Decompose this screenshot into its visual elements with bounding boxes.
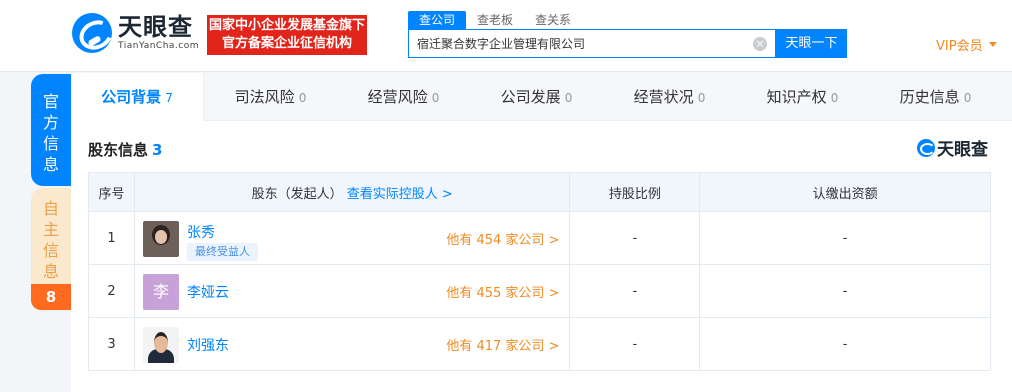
row-index: 3 bbox=[88, 317, 135, 371]
holder-companies-link[interactable]: 他有 455 家公司 > bbox=[446, 282, 559, 301]
gov-badge-line-1: 国家中小企业发展基金旗下 bbox=[208, 18, 365, 33]
nav-tab-operating-status[interactable]: 经营状况 0 bbox=[603, 73, 736, 121]
holder-cell: 张秀 最终受益人 他有 454 家公司 > bbox=[133, 211, 571, 265]
row-ratio: - bbox=[569, 317, 701, 371]
shareholder-table: 序号 股东（发起人） 查看实际控股人 > 持股比例 认缴出资额 1 张秀 最终受… bbox=[88, 172, 991, 371]
nav-tab-count: 0 bbox=[697, 91, 706, 105]
row-index: 1 bbox=[88, 211, 135, 265]
nav-tab-count: 0 bbox=[431, 91, 440, 105]
main-panel: 公司背景 7 司法风险 0 经营风险 0 公司发展 0 经营状况 0 知识产权 0 历史信息… bbox=[71, 73, 1012, 392]
gov-badge: 国家中小企业发展基金旗下 官方备案企业征信机构 bbox=[207, 15, 367, 55]
logo-subtitle: TianYanCha.com bbox=[118, 41, 200, 51]
row-amount: - bbox=[699, 317, 991, 371]
holder-cell: 李 李娅云 他有 455 家公司 > bbox=[133, 264, 571, 318]
view-actual-controller-link[interactable]: 查看实际控股人 > bbox=[347, 187, 453, 202]
nav-tab-count: 0 bbox=[564, 91, 573, 105]
section-brand: 天眼查 bbox=[917, 135, 988, 160]
caret-down-icon bbox=[988, 42, 997, 47]
avatar[interactable]: 李 bbox=[142, 274, 179, 310]
nav-tab-label: 公司背景 bbox=[101, 88, 162, 106]
nav-tab-business-risk[interactable]: 经营风险 0 bbox=[337, 73, 470, 121]
col-header-ratio: 持股比例 bbox=[569, 172, 701, 212]
nav-tab-count: 7 bbox=[165, 91, 173, 105]
side-tab-self-info[interactable]: 自主信息 bbox=[31, 188, 71, 284]
side-tab-self-count: 8 bbox=[31, 284, 71, 310]
search-input[interactable] bbox=[417, 30, 747, 57]
col-header-index: 序号 bbox=[88, 172, 135, 212]
nav-tab-company-background[interactable]: 公司背景 7 bbox=[71, 73, 204, 121]
nav-tab-count: 0 bbox=[830, 91, 839, 105]
search-box: × bbox=[408, 29, 776, 58]
nav-tab-label: 司法风险 bbox=[234, 88, 295, 106]
tianyancha-logo-icon bbox=[917, 138, 935, 157]
table-row: 3 刘强东 他有 417 家公司 > - - bbox=[88, 317, 991, 371]
nav-tab-legal-risk[interactable]: 司法风险 0 bbox=[204, 73, 337, 121]
row-ratio: - bbox=[569, 264, 701, 318]
section-title: 股东信息 3 bbox=[88, 139, 162, 160]
site-logo[interactable]: 天眼查 TianYanCha.com bbox=[72, 13, 199, 53]
row-ratio: - bbox=[569, 211, 701, 265]
nav-tab-company-development[interactable]: 公司发展 0 bbox=[470, 73, 603, 121]
section-brand-label: 天眼查 bbox=[937, 140, 988, 160]
search-button[interactable]: 天眼一下 bbox=[776, 29, 847, 58]
clear-icon[interactable]: × bbox=[753, 37, 767, 51]
table-row: 2 李 李娅云 他有 455 家公司 > - - bbox=[88, 264, 991, 318]
vip-label: VIP会员 bbox=[936, 39, 983, 54]
nav-tab-intellectual-property[interactable]: 知识产权 0 bbox=[736, 73, 869, 121]
holder-name-link[interactable]: 李娅云 bbox=[187, 282, 229, 302]
nav-tab-label: 历史信息 bbox=[899, 88, 960, 106]
holder-companies-link[interactable]: 他有 454 家公司 > bbox=[446, 229, 559, 248]
side-tab-self-label: 自主信息 bbox=[42, 199, 59, 281]
search-tab-relation[interactable]: 查关系 bbox=[524, 11, 582, 29]
nav-tab-label: 经营状况 bbox=[633, 88, 694, 106]
row-index: 2 bbox=[88, 264, 135, 318]
avatar[interactable] bbox=[142, 221, 179, 257]
gov-badge-line-2: 官方备案企业征信机构 bbox=[221, 36, 352, 51]
search-type-tabs: 查公司 查老板 查关系 bbox=[408, 11, 582, 29]
search-tab-company[interactable]: 查公司 bbox=[408, 11, 467, 29]
col-header-amount: 认缴出资额 bbox=[699, 172, 991, 212]
beneficial-owner-tag: 最终受益人 bbox=[186, 243, 258, 261]
top-header: 天眼查 TianYanCha.com 国家中小企业发展基金旗下 官方备案企业征信… bbox=[0, 0, 1012, 72]
tianyancha-logo-icon bbox=[72, 13, 112, 53]
nav-tab-label: 经营风险 bbox=[367, 88, 428, 106]
category-nav: 公司背景 7 司法风险 0 经营风险 0 公司发展 0 经营状况 0 知识产权 0 历史信息… bbox=[71, 73, 1012, 121]
section-count: 3 bbox=[152, 141, 163, 159]
vip-menu[interactable]: VIP会员 bbox=[936, 35, 997, 54]
nav-tab-history[interactable]: 历史信息 0 bbox=[869, 73, 1002, 121]
section-title-label: 股东信息 bbox=[88, 141, 149, 159]
logo-title: 天眼查 bbox=[118, 13, 193, 41]
nav-tab-label: 知识产权 bbox=[766, 88, 827, 106]
table-header-row: 序号 股东（发起人） 查看实际控股人 > 持股比例 认缴出资额 bbox=[88, 172, 991, 212]
search-tab-boss[interactable]: 查老板 bbox=[466, 11, 524, 29]
row-amount: - bbox=[699, 264, 991, 318]
col-header-holder: 股东（发起人） 查看实际控股人 > bbox=[133, 172, 571, 212]
holder-name-link[interactable]: 刘强东 bbox=[187, 335, 229, 355]
holder-name-link[interactable]: 张秀 bbox=[187, 222, 215, 242]
avatar[interactable] bbox=[142, 327, 179, 363]
side-tab-official-label: 官方信息 bbox=[42, 92, 59, 174]
nav-tab-label: 公司发展 bbox=[500, 88, 561, 106]
side-tab-official-info[interactable]: 官方信息 bbox=[31, 74, 71, 186]
table-row: 1 张秀 最终受益人 他有 454 家公司 > - - bbox=[88, 211, 991, 265]
nav-tab-count: 0 bbox=[963, 91, 972, 105]
holder-cell: 刘强东 他有 417 家公司 > bbox=[133, 317, 571, 371]
holder-companies-link[interactable]: 他有 417 家公司 > bbox=[446, 335, 559, 354]
col-header-holder-label: 股东（发起人） bbox=[251, 186, 343, 202]
row-amount: - bbox=[699, 211, 991, 265]
nav-tab-count: 0 bbox=[298, 91, 307, 105]
